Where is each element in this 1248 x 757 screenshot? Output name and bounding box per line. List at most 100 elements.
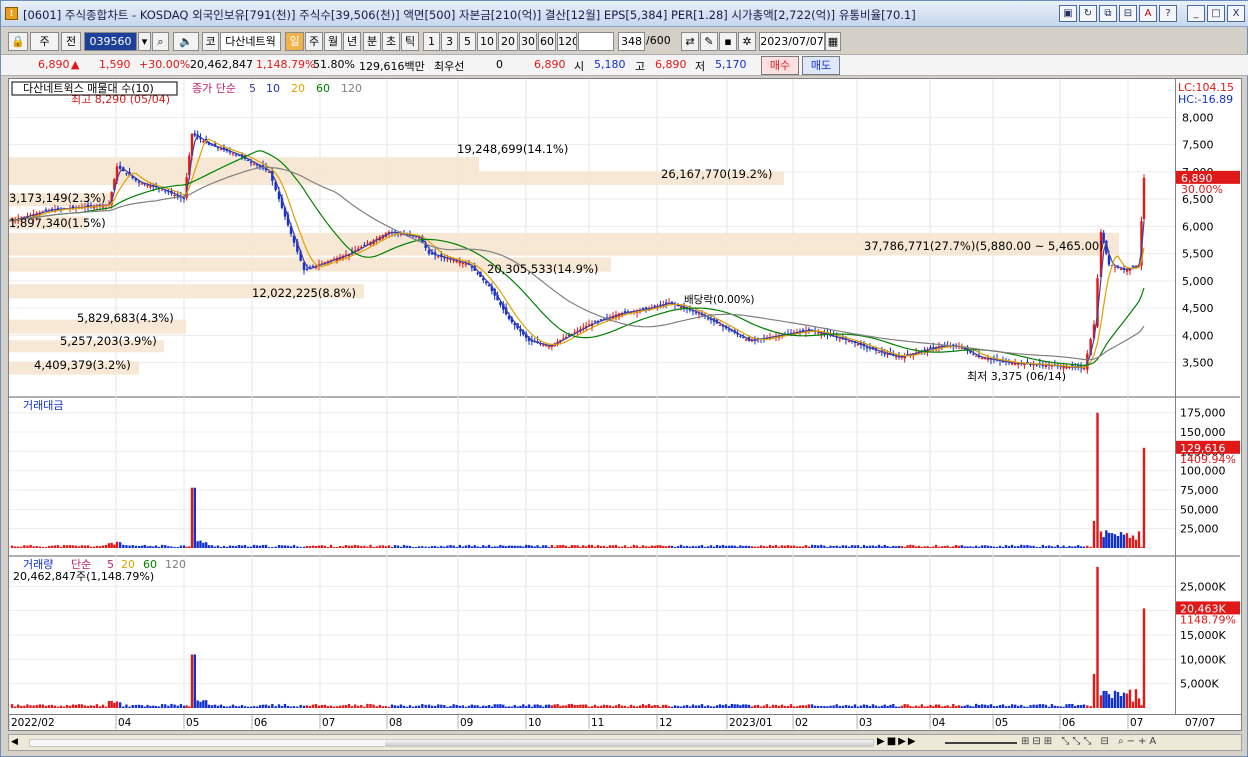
lock-icon[interactable]: 🔒 bbox=[8, 32, 28, 51]
close-button[interactable]: X bbox=[1227, 5, 1245, 22]
volume-bar bbox=[71, 704, 75, 708]
volume-bar bbox=[889, 704, 892, 708]
interval-20[interactable]: 20 bbox=[498, 32, 518, 51]
volume-bar bbox=[131, 704, 134, 708]
volume-bar bbox=[862, 704, 866, 708]
candle-body bbox=[246, 159, 250, 161]
volume-bar bbox=[530, 706, 534, 708]
amount-bar bbox=[292, 544, 296, 548]
amount-bar bbox=[886, 546, 889, 548]
volume-bar bbox=[820, 705, 823, 708]
volume-bar bbox=[960, 706, 964, 708]
y-axis: 8,0007,5007,0006,5006,0005,5005,0004,500… bbox=[1176, 78, 1242, 715]
volume-bar bbox=[582, 704, 585, 708]
amount-bar bbox=[706, 546, 710, 548]
calendar-icon[interactable]: ▦ bbox=[825, 32, 841, 51]
stock-name[interactable]: 다산네트웍 bbox=[220, 32, 281, 51]
volume-bar bbox=[110, 700, 113, 708]
volume-value: 20,462,847 bbox=[190, 58, 253, 71]
interval-120[interactable]: 120 bbox=[557, 32, 577, 51]
volume-bar bbox=[143, 706, 146, 708]
minimize-button[interactable]: _ bbox=[1187, 5, 1205, 22]
amount-bar bbox=[957, 545, 961, 548]
type-select[interactable]: 주 bbox=[30, 32, 59, 51]
interval-1[interactable]: 1 bbox=[423, 32, 440, 51]
interval-10[interactable]: 10 bbox=[477, 32, 497, 51]
amount-bar bbox=[906, 545, 909, 548]
date-input[interactable]: 2023/07/07 bbox=[759, 32, 825, 51]
amount-bar bbox=[579, 546, 582, 548]
interval-input[interactable] bbox=[578, 32, 614, 51]
volume-bar bbox=[932, 706, 935, 708]
window-icon[interactable]: ⧉ bbox=[1099, 5, 1117, 22]
volume-bar bbox=[314, 704, 318, 708]
volume-bar bbox=[556, 704, 559, 708]
interval-30[interactable]: 30 bbox=[519, 32, 537, 51]
amount-bar bbox=[320, 545, 324, 548]
market-select[interactable]: 코 bbox=[202, 32, 219, 51]
period-year[interactable]: 년 bbox=[343, 32, 361, 51]
scope-select[interactable]: 전 bbox=[61, 32, 81, 51]
playback-controls[interactable]: ▶■▶▶ bbox=[877, 736, 918, 747]
refresh-icon[interactable]: ↻ bbox=[1079, 5, 1097, 22]
period-week[interactable]: 주 bbox=[305, 32, 323, 51]
volume-bar bbox=[1125, 693, 1129, 708]
count-input[interactable]: 348 bbox=[618, 32, 645, 51]
save-icon[interactable]: ▪ bbox=[719, 32, 737, 51]
scrollbar-track[interactable] bbox=[29, 739, 874, 747]
interval-3[interactable]: 3 bbox=[441, 32, 458, 51]
amount-bar bbox=[396, 545, 400, 548]
volume-bar bbox=[179, 704, 183, 708]
help-icon[interactable]: ? bbox=[1159, 5, 1177, 22]
amount-bar bbox=[225, 546, 229, 548]
search-icon[interactable]: ⌕ bbox=[152, 32, 169, 51]
volume-bar bbox=[700, 704, 704, 708]
volume-bar bbox=[13, 706, 17, 708]
volume-bar bbox=[446, 706, 449, 708]
amount-bar bbox=[1068, 545, 1071, 548]
sell-button[interactable]: 매도 bbox=[802, 56, 840, 75]
amount-bar bbox=[889, 546, 892, 548]
volume-bar bbox=[443, 705, 446, 708]
period-day[interactable]: 일 bbox=[285, 32, 304, 51]
volume-bar bbox=[841, 705, 845, 708]
volume-bar bbox=[765, 704, 769, 708]
period-month[interactable]: 월 bbox=[324, 32, 342, 51]
amount-bar bbox=[372, 546, 375, 548]
amount-bar bbox=[810, 544, 814, 548]
print-icon[interactable]: ⊟ bbox=[1119, 5, 1137, 22]
interval-60[interactable]: 60 bbox=[538, 32, 556, 51]
arrow-icon[interactable]: ⇄ bbox=[681, 32, 699, 51]
buy-button[interactable]: 매수 bbox=[761, 56, 799, 75]
volume-bar bbox=[107, 700, 111, 708]
interval-5[interactable]: 5 bbox=[459, 32, 476, 51]
amount-bar bbox=[128, 545, 131, 548]
code-dropdown-icon[interactable]: ▾ bbox=[138, 32, 151, 51]
volume-bar bbox=[706, 705, 710, 708]
code-input[interactable]: 039560 bbox=[84, 32, 137, 51]
scrollbar-thumb[interactable] bbox=[385, 740, 873, 746]
x-tick-label: 11 bbox=[591, 717, 604, 729]
font-icon[interactable]: A bbox=[1139, 5, 1157, 22]
amount-bar bbox=[519, 545, 522, 548]
chart-area[interactable]: 19,248,699(14.1%) 26,167,770(19.2%) 3,173,… bbox=[8, 78, 1176, 715]
amount-bar bbox=[670, 545, 674, 548]
link-icon[interactable]: ▣ bbox=[1059, 5, 1077, 22]
scroll-left-icon[interactable]: ◀ bbox=[11, 737, 18, 747]
amount-bar bbox=[1134, 539, 1138, 548]
volume-bar bbox=[596, 706, 600, 708]
zoom-slider[interactable] bbox=[945, 742, 1017, 744]
drawing-tools[interactable]: ⊞⊟⊞ ⤡⤡⤡ ⊟ ⌕−+A bbox=[1021, 736, 1159, 747]
gear-icon[interactable]: ✲ bbox=[738, 32, 756, 51]
speaker-icon[interactable]: 🔈 bbox=[173, 32, 199, 51]
period-tick[interactable]: 틱 bbox=[401, 32, 419, 51]
maximize-button[interactable]: □ bbox=[1207, 5, 1225, 22]
period-minute[interactable]: 분 bbox=[363, 32, 381, 51]
amount-bar bbox=[564, 545, 568, 548]
volume-bar bbox=[366, 703, 369, 708]
period-second[interactable]: 초 bbox=[382, 32, 400, 51]
volume-bar bbox=[115, 701, 119, 708]
amount-bar bbox=[467, 544, 471, 548]
amount-bar bbox=[753, 546, 757, 548]
tool-icon[interactable]: ✎ bbox=[700, 32, 718, 51]
